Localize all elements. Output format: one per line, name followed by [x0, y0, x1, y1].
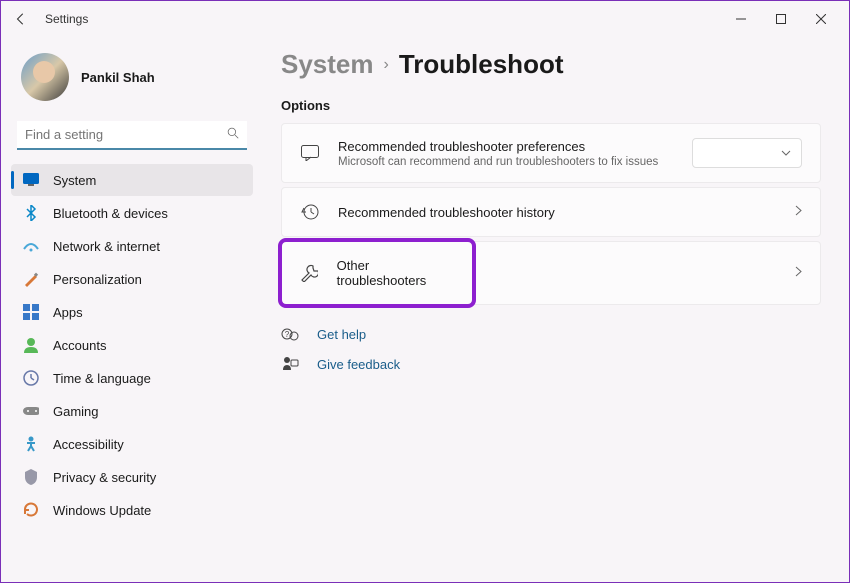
- breadcrumb: System › Troubleshoot: [281, 49, 821, 80]
- feedback-icon: [281, 355, 299, 373]
- bluetooth-icon: [23, 205, 39, 221]
- comment-icon: [300, 143, 320, 163]
- search-box[interactable]: [17, 121, 247, 150]
- nav-accounts[interactable]: Accounts: [11, 329, 253, 361]
- card-troubleshooter-history[interactable]: Recommended troubleshooter history: [281, 187, 821, 237]
- back-button[interactable]: [9, 7, 33, 31]
- minimize-button[interactable]: [721, 5, 761, 33]
- nav-network[interactable]: Network & internet: [11, 230, 253, 262]
- preferences-dropdown[interactable]: [692, 138, 802, 168]
- card-title: Other troubleshooters: [337, 258, 454, 288]
- nav-label: Privacy & security: [53, 470, 156, 485]
- nav-update[interactable]: Windows Update: [11, 494, 253, 526]
- page-title: Troubleshoot: [399, 49, 564, 80]
- nav-privacy[interactable]: Privacy & security: [11, 461, 253, 493]
- system-icon: [23, 172, 39, 188]
- breadcrumb-parent[interactable]: System: [281, 49, 374, 80]
- section-label: Options: [281, 98, 821, 113]
- nav-label: Time & language: [53, 371, 151, 386]
- nav-list: System Bluetooth & devices Network & int…: [11, 164, 253, 526]
- nav-bluetooth[interactable]: Bluetooth & devices: [11, 197, 253, 229]
- nav-label: Bluetooth & devices: [53, 206, 168, 221]
- nav-label: Accessibility: [53, 437, 124, 452]
- search-icon: [227, 127, 239, 142]
- user-name: Pankil Shah: [81, 70, 155, 85]
- close-button[interactable]: [801, 5, 841, 33]
- main-content: System › Troubleshoot Options Recommende…: [261, 37, 849, 582]
- nav-gaming[interactable]: Gaming: [11, 395, 253, 427]
- nav-apps[interactable]: Apps: [11, 296, 253, 328]
- chevron-down-icon: [781, 147, 791, 159]
- apps-icon: [23, 304, 39, 320]
- link-label: Get help: [317, 327, 366, 342]
- nav-accessibility[interactable]: Accessibility: [11, 428, 253, 460]
- give-feedback-link[interactable]: Give feedback: [281, 355, 821, 373]
- card-title: Recommended troubleshooter history: [338, 205, 777, 220]
- app-title: Settings: [45, 12, 88, 26]
- avatar: [21, 53, 69, 101]
- get-help-link[interactable]: ? Get help: [281, 325, 821, 343]
- sidebar: Pankil Shah System Bluetooth & devices N…: [1, 37, 261, 582]
- accounts-icon: [23, 337, 39, 353]
- history-icon: [300, 202, 320, 222]
- nav-label: System: [53, 173, 96, 188]
- search-input[interactable]: [25, 127, 227, 142]
- gaming-icon: [23, 403, 39, 419]
- network-icon: [23, 238, 39, 254]
- chevron-right-icon: [795, 205, 802, 219]
- chevron-right-icon: ›: [384, 56, 389, 74]
- nav-personalization[interactable]: Personalization: [11, 263, 253, 295]
- accessibility-icon: [23, 436, 39, 452]
- maximize-button[interactable]: [761, 5, 801, 33]
- card-recommended-preferences[interactable]: Recommended troubleshooter preferences M…: [281, 123, 821, 183]
- nav-label: Gaming: [53, 404, 99, 419]
- chevron-right-icon: [795, 266, 802, 280]
- nav-time[interactable]: Time & language: [11, 362, 253, 394]
- nav-label: Personalization: [53, 272, 142, 287]
- svg-text:?: ?: [285, 330, 290, 339]
- nav-label: Apps: [53, 305, 83, 320]
- nav-label: Windows Update: [53, 503, 151, 518]
- card-title: Recommended troubleshooter preferences: [338, 139, 674, 154]
- update-icon: [23, 502, 39, 518]
- user-profile[interactable]: Pankil Shah: [11, 45, 253, 117]
- card-subtitle: Microsoft can recommend and run troubles…: [338, 156, 674, 168]
- link-label: Give feedback: [317, 357, 400, 372]
- privacy-icon: [23, 469, 39, 485]
- help-links: ? Get help Give feedback: [281, 325, 821, 373]
- card-other-troubleshooters[interactable]: Other troubleshooters: [281, 241, 821, 305]
- nav-system[interactable]: System: [11, 164, 253, 196]
- wrench-icon: [300, 263, 319, 283]
- time-icon: [23, 370, 39, 386]
- nav-label: Accounts: [53, 338, 106, 353]
- nav-label: Network & internet: [53, 239, 160, 254]
- personalization-icon: [23, 271, 39, 287]
- title-bar: Settings: [1, 1, 849, 37]
- help-icon: ?: [281, 325, 299, 343]
